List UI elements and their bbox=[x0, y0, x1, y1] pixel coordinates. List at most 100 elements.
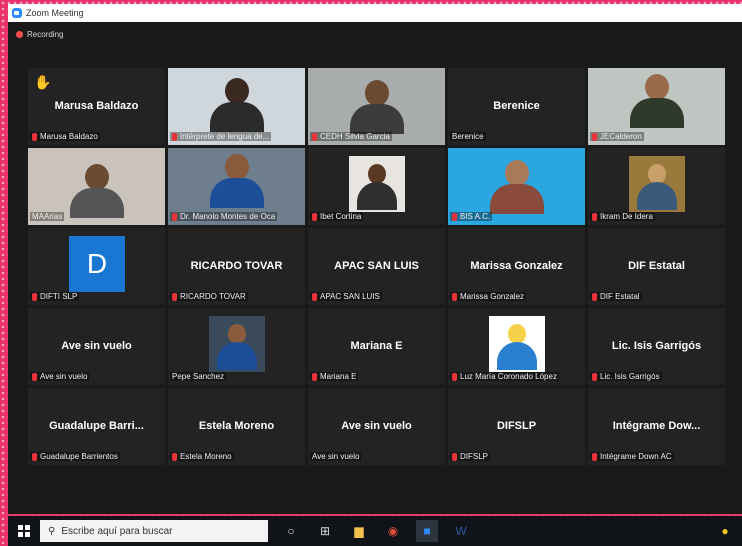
participant-name-label: Lic. Isis Garrigós bbox=[590, 372, 662, 381]
participant-name-label: JECalderon bbox=[590, 132, 644, 141]
zoom-logo-icon bbox=[12, 8, 22, 18]
participant-name-label: CEDH Silvia Garcia bbox=[310, 132, 392, 141]
participant-display-name: DIF Estatal bbox=[628, 260, 685, 272]
participant-name-label: Dr. Manolo Montes de Oca bbox=[170, 212, 278, 221]
taskbar-search-input[interactable]: ⚲ Escribe aquí para buscar bbox=[40, 520, 268, 542]
participant-figure bbox=[209, 78, 264, 132]
participant-name-label: Ave sin vuelo bbox=[310, 452, 362, 461]
participant-name-label: Marusa Baldazo bbox=[30, 132, 100, 141]
windows-taskbar: ⚲ Escribe aquí para buscar ○ ⊞ ▆ ◉ ■ W ● bbox=[8, 516, 742, 546]
search-icon: ⚲ bbox=[48, 525, 56, 537]
participant-name-label: BIS A.C. bbox=[450, 212, 493, 221]
participant-name-label: Guadalupe Barrientos bbox=[30, 452, 120, 461]
mic-muted-icon bbox=[312, 132, 317, 141]
participant-tile[interactable]: Intérprete de lengua de... bbox=[168, 68, 305, 145]
participant-display-name: Guadalupe Barri... bbox=[49, 420, 144, 432]
participant-display-name: Berenice bbox=[493, 100, 540, 112]
participant-tile[interactable]: APAC SAN LUIS APAC SAN LUIS bbox=[308, 228, 445, 305]
participant-tile[interactable]: Dr. Manolo Montes de Oca bbox=[168, 148, 305, 225]
participant-display-name: Estela Moreno bbox=[198, 420, 275, 432]
multitask-icon[interactable]: ⊞ bbox=[314, 520, 336, 542]
participant-tile[interactable]: ✋ Marusa Baldazo Marusa Baldazo bbox=[28, 68, 165, 145]
participant-tile[interactable]: BIS A.C. bbox=[448, 148, 585, 225]
participant-display-name: Intégrame Dow... bbox=[612, 420, 701, 432]
mic-muted-icon bbox=[592, 372, 597, 381]
participant-tile[interactable]: Pepe Sanchez bbox=[168, 308, 305, 385]
participant-name-text: Estela Moreno bbox=[180, 452, 232, 461]
participant-tile[interactable]: DIF Estatal DIF Estatal bbox=[588, 228, 725, 305]
windows-start-icon[interactable] bbox=[18, 525, 30, 537]
participant-name-text: Ikram De Idera bbox=[600, 212, 653, 221]
task-view-icon[interactable]: ○ bbox=[280, 520, 302, 542]
participant-name-text: Dr. Manolo Montes de Oca bbox=[180, 212, 276, 221]
participant-name-text: APAC SAN LUIS bbox=[320, 292, 380, 301]
participant-name-label: Luz María Coronado López bbox=[450, 372, 559, 381]
participant-display-name: Marissa Gonzalez bbox=[470, 260, 563, 272]
participant-name-label: Intégrame Down AC bbox=[590, 452, 674, 461]
mic-muted-icon bbox=[312, 212, 317, 221]
window-title: Zoom Meeting bbox=[26, 8, 84, 18]
participant-tile[interactable]: RICARDO TOVAR RICARDO TOVAR bbox=[168, 228, 305, 305]
participant-avatar bbox=[208, 316, 265, 372]
mic-muted-icon bbox=[452, 452, 457, 461]
participant-tile[interactable]: D DIFTI SLP bbox=[28, 228, 165, 305]
participant-tile[interactable]: JECalderon bbox=[588, 68, 725, 145]
participant-tile[interactable]: Marissa Gonzalez Marissa Gonzalez bbox=[448, 228, 585, 305]
participant-display-name: DIFSLP bbox=[496, 420, 537, 432]
raised-hand-icon: ✋ bbox=[34, 74, 52, 90]
participant-tile[interactable]: Ikram De Idera bbox=[588, 148, 725, 225]
participant-name-text: Guadalupe Barrientos bbox=[40, 452, 118, 461]
participant-avatar bbox=[628, 156, 685, 212]
participant-display-name: RICARDO TOVAR bbox=[190, 260, 283, 272]
participant-tile[interactable]: Ibet Cortina bbox=[308, 148, 445, 225]
participant-name-text: Pepe Sanchez bbox=[172, 372, 225, 381]
participant-name-text: Ibet Cortina bbox=[320, 212, 362, 221]
participant-name-label: Mariana E bbox=[310, 372, 359, 381]
participant-tile[interactable]: CEDH Silvia Garcia bbox=[308, 68, 445, 145]
mic-muted-icon bbox=[592, 292, 597, 301]
mic-muted-icon bbox=[32, 372, 37, 381]
participant-tile[interactable]: DIFSLP DIFSLP bbox=[448, 388, 585, 465]
participant-name-label: DIF Estatal bbox=[590, 292, 642, 301]
participant-tile[interactable]: Estela Moreno Estela Moreno bbox=[168, 388, 305, 465]
participant-tile[interactable]: Luz María Coronado López bbox=[448, 308, 585, 385]
participant-name-label: DIFTI SLP bbox=[30, 292, 80, 301]
participant-tile[interactable]: Berenice Berenice bbox=[448, 68, 585, 145]
participant-logo: D bbox=[69, 236, 125, 292]
participant-tile[interactable]: Guadalupe Barri... Guadalupe Barrientos bbox=[28, 388, 165, 465]
participant-tile[interactable]: Ave sin vuelo Ave sin vuelo bbox=[308, 388, 445, 465]
mic-muted-icon bbox=[312, 292, 317, 301]
participant-name-text: Lic. Isis Garrigós bbox=[600, 372, 660, 381]
tray-icon[interactable]: ● bbox=[714, 520, 736, 542]
participant-name-text: CEDH Silvia Garcia bbox=[320, 132, 390, 141]
participant-display-name: Ave sin vuelo bbox=[61, 340, 132, 352]
participant-name-label: MAArias bbox=[30, 212, 65, 221]
chrome-icon[interactable]: ◉ bbox=[382, 520, 404, 542]
participant-name-text: DIF Estatal bbox=[600, 292, 640, 301]
participant-name-label: RICARDO TOVAR bbox=[170, 292, 248, 301]
mic-muted-icon bbox=[452, 212, 457, 221]
participant-tile[interactable]: MAArias bbox=[28, 148, 165, 225]
participant-tile[interactable]: Mariana E Mariana E bbox=[308, 308, 445, 385]
participant-name-text: DIFTI SLP bbox=[40, 292, 78, 301]
zoom-taskbar-icon[interactable]: ■ bbox=[416, 520, 438, 542]
participant-name-label: Marissa Gonzalez bbox=[450, 292, 527, 301]
participant-tile[interactable]: Lic. Isis Garrigós Lic. Isis Garrigós bbox=[588, 308, 725, 385]
mic-muted-icon bbox=[32, 452, 37, 461]
participant-name-label: Intérprete de lengua de... bbox=[170, 132, 272, 141]
mic-muted-icon bbox=[172, 452, 177, 461]
participant-grid: ✋ Marusa Baldazo Marusa Baldazo Intérprete … bbox=[28, 68, 725, 465]
title-bar: Zoom Meeting bbox=[8, 4, 742, 22]
participant-avatar bbox=[488, 316, 545, 372]
search-placeholder: Escribe aquí para buscar bbox=[61, 525, 173, 537]
participant-name-text: RICARDO TOVAR bbox=[180, 292, 246, 301]
participant-name-text: Marusa Baldazo bbox=[40, 132, 98, 141]
participant-tile[interactable]: Intégrame Dow... Intégrame Down AC bbox=[588, 388, 725, 465]
mic-muted-icon bbox=[312, 372, 317, 381]
participant-name-label: Estela Moreno bbox=[170, 452, 234, 461]
participant-tile[interactable]: Ave sin vuelo Ave sin vuelo bbox=[28, 308, 165, 385]
file-explorer-icon[interactable]: ▆ bbox=[348, 520, 370, 542]
mic-muted-icon bbox=[592, 212, 597, 221]
recording-indicator[interactable]: Recording bbox=[16, 30, 63, 39]
word-icon[interactable]: W bbox=[450, 520, 472, 542]
